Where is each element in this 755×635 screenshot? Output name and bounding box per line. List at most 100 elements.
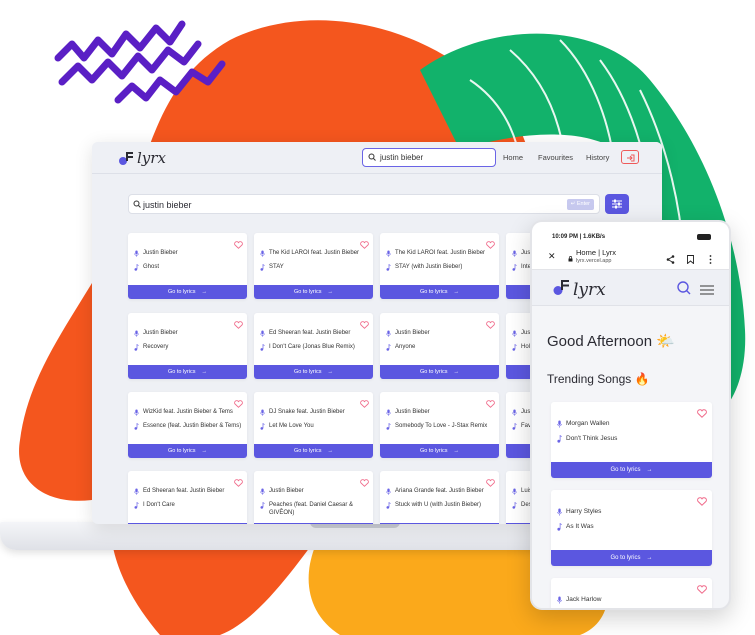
song-card[interactable]: Justin Bieber Ghost Go to lyrics → [128,233,247,299]
card-song-row: Ghost [134,264,242,275]
card-song-row: Peaches (feat. Daniel Caesar & GIVĒON) [260,502,368,517]
music-note-icon [512,423,517,434]
trending-song-card[interactable]: Jack Harlow [551,578,712,608]
song-card[interactable]: Justin Bieber Recovery Go to lyrics → [128,313,247,379]
trending-song-card[interactable]: Morgan Wallen Don't Think Jesus Go to lyri… [551,402,712,478]
go-to-lyrics-button[interactable]: Go to lyrics→ [380,523,499,524]
share-icon[interactable] [666,251,675,269]
heart-icon[interactable] [697,493,707,511]
song-card[interactable]: Justin Bieber Peaches (feat. Daniel Caesa… [254,471,373,524]
go-to-lyrics-button[interactable]: Go to lyrics→ [128,365,247,379]
go-to-lyrics-button[interactable]: Go to lyrics→ [380,444,499,458]
music-note-icon [386,264,391,275]
go-label: Go to lyrics [293,448,322,454]
music-note-icon [512,502,517,513]
card-artist-row: Jack Harlow [557,596,601,606]
arrow-right-icon: → [327,289,334,295]
music-note-icon [552,278,570,301]
song-card[interactable]: The Kid LAROI feat. Justin Bieber STAY Go … [254,233,373,299]
card-artist: Justin Bieber [143,250,178,256]
song-card[interactable]: Justin Bieber Anyone Go to lyrics → [380,313,499,379]
go-to-lyrics-button[interactable]: Go to lyrics→ [128,523,247,524]
hamburger-menu-icon[interactable] [700,282,714,300]
card-artist-row: Justin Bieber [260,488,368,499]
song-card[interactable]: WizKid feat. Justin Bieber & Tems Essence… [128,392,247,458]
music-note-icon [134,264,139,275]
go-to-lyrics-button[interactable]: Go to lyrics→ [128,444,247,458]
song-card[interactable]: DJ Snake feat. Justin Bieber Let Me Love … [254,392,373,458]
go-to-lyrics-button[interactable]: Go to lyrics→ [254,285,373,299]
microphone-icon [557,420,562,430]
card-song: I Don't Care (Jonas Blue Remix) [269,344,355,350]
heart-icon[interactable] [697,405,707,423]
microphone-icon [260,330,265,341]
trending-song-card[interactable]: Harry Styles As It Was Go to lyrics → [551,490,712,566]
card-artist: The Kid LAROI feat. Justin Bieber [269,250,360,256]
go-label: Go to lyrics [419,369,448,375]
logout-icon [627,154,635,161]
heart-icon[interactable] [697,581,707,599]
navbar-search-input[interactable]: justin bieber [362,148,496,167]
song-card[interactable]: Ed Sheeran feat. Justin Bieber I Don't Ca… [128,471,247,524]
card-artist-row: Morgan Wallen [557,420,609,430]
nav-favourites[interactable]: Favourites [538,153,573,162]
card-song: STAY (with Justin Bieber) [395,264,463,270]
card-artist-row: Ariana Grande feat. Justin Bieber [386,488,494,499]
more-icon[interactable] [709,251,712,269]
go-label: Go to lyrics [167,289,196,295]
filter-icon [612,199,622,209]
go-to-lyrics-button[interactable]: Go to lyrics→ [254,365,373,379]
card-artist-row: Justin Bieber [134,250,242,261]
go-to-lyrics-button[interactable]: Go to lyrics→ [254,444,373,458]
card-artist: Harry Styles [566,508,602,515]
browser-url[interactable]: lyrx.vercel.app [576,258,611,264]
card-artist: Jack Harlow [566,596,602,603]
song-card[interactable]: Ed Sheeran feat. Justin Bieber I Don't Ca… [254,313,373,379]
nav-home[interactable]: Home [503,153,523,162]
bookmark-icon[interactable] [687,251,694,269]
card-song: Essence (feat. Justin Bieber & Tems) [143,423,242,429]
desktop-navbar: lyrx justin bieber Home Favourites Histo… [92,142,662,174]
microphone-icon [134,488,139,499]
microphone-icon [386,409,391,420]
microphone-icon [260,409,265,420]
card-song: As It Was [566,523,594,530]
microphone-icon [386,250,391,261]
enter-button[interactable]: ↵ Enter [566,199,594,210]
arrow-right-icon: → [453,369,460,375]
microphone-icon [134,250,139,261]
card-song: STAY [269,264,284,270]
card-artist-row: The Kid LAROI feat. Justin Bieber [260,250,368,261]
close-icon[interactable]: ✕ [548,251,556,262]
nav-history[interactable]: History [586,153,609,162]
mobile-logo[interactable]: lyrx [552,278,606,301]
song-card[interactable]: Ariana Grande feat. Justin Bieber Stuck w… [380,471,499,524]
music-note-icon [118,150,134,166]
browser-page-title: Home | Lyrx [576,248,617,257]
search-icon [133,200,141,208]
go-to-lyrics-button[interactable]: Go to lyrics→ [128,285,247,299]
filter-button[interactable] [605,194,629,214]
music-note-icon [134,502,139,513]
card-artist: DJ Snake feat. Justin Bieber [269,409,345,415]
status-bar: 10:09 PM | 1.6KB/s [532,222,729,240]
logo-text: lyrx [573,279,606,300]
logout-button[interactable] [621,150,639,164]
music-note-icon [512,344,517,355]
go-to-lyrics-button[interactable]: Go to lyrics→ [380,285,499,299]
desktop-logo[interactable]: lyrx [118,149,166,167]
arrow-right-icon: → [201,448,208,454]
go-to-lyrics-button[interactable]: Go to lyrics → [380,365,499,379]
go-to-lyrics-button[interactable]: Go to lyrics→ [254,523,373,524]
song-card[interactable]: The Kid LAROI feat. Justin Bieber STAY (w… [380,233,499,299]
song-card[interactable]: Justin Bieber Somebody To Love - J-Stax R… [380,392,499,458]
card-song-row: Recovery [134,344,242,355]
search-icon[interactable] [677,281,691,300]
microphone-icon [512,488,517,499]
go-to-lyrics-button[interactable]: Go to lyrics→ [551,462,712,478]
main-search-input[interactable]: justin bieber ↵ Enter [128,194,600,214]
microphone-icon [386,330,391,341]
go-label: Go to lyrics [419,289,448,295]
card-artist: Justin Bieber [269,488,304,494]
go-to-lyrics-button[interactable]: Go to lyrics→ [551,550,712,566]
